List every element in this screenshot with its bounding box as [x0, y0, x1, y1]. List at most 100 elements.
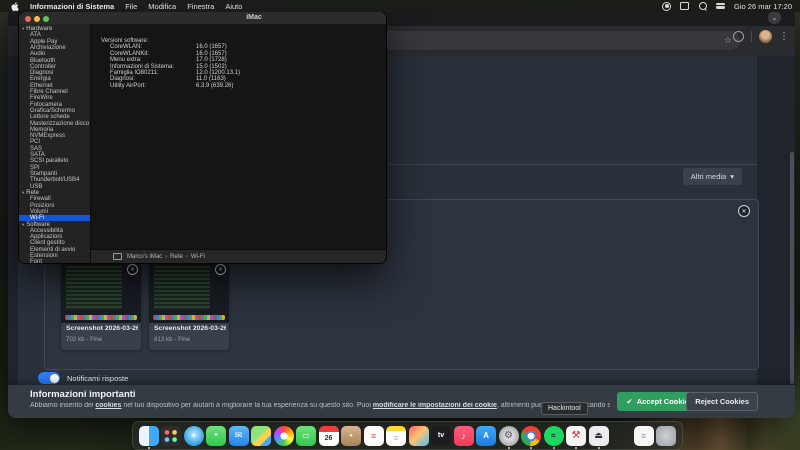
dock-app-icon [409, 426, 429, 446]
notify-replies-label: Notificami risposte [67, 374, 128, 383]
dock-icon-spotify[interactable]: ≈ [543, 422, 564, 449]
dock-app-icon: 26 [319, 426, 339, 446]
sysinfo-content-pane: Versioni software: CoreWLAN: 16.0 (1657)… [91, 24, 386, 249]
dock-divider[interactable] [611, 422, 632, 449]
menu-bar-clock[interactable]: Gio 26 mar 17:20 [734, 2, 792, 11]
notify-replies-toggle[interactable] [38, 372, 60, 384]
dock-icon-facetime[interactable]: ▭ [296, 422, 317, 449]
menu-bar-item[interactable]: Modifica [148, 2, 176, 11]
status-item: Wi-Fi [191, 254, 205, 260]
browser-menu-icon[interactable]: ⋮ [779, 32, 789, 42]
dock-app-icon: ⏏ [589, 426, 609, 446]
dock-icon-reminders[interactable]: ≡ [363, 422, 384, 449]
system-information-window: iMac ▾ Hardware ATAApple PayArchiviazion… [18, 11, 387, 264]
apple-logo-icon[interactable] [10, 2, 19, 11]
screen-record-icon[interactable] [662, 2, 671, 11]
dock-icon-mail[interactable]: ✉ [228, 422, 249, 449]
menu-bar-item[interactable]: File [125, 2, 137, 11]
minimize-button[interactable] [34, 16, 40, 22]
dock-icon-launchpad[interactable] [161, 422, 182, 449]
dock-app-icon: ≡ [386, 426, 406, 446]
dock-app-icon [521, 426, 541, 446]
cookie-banner: Informazioni importanti Abbiamo inserito… [8, 385, 795, 418]
sidebar-item[interactable]: Masterizzazione disco [19, 121, 90, 127]
attachment-card[interactable]: ✕ Screenshot 2026-03-26 ... 702 kb - Fin… [61, 261, 141, 350]
dock-icon-system-settings[interactable]: ⚙ [498, 422, 519, 449]
running-indicator-dot [575, 447, 577, 449]
dock-icon-maps[interactable] [251, 422, 272, 449]
chevron-down-icon: ▾ [22, 222, 24, 228]
dock-icon-fedora-hat-app[interactable]: ⏏ [588, 422, 609, 449]
dock-icon-hackintool[interactable]: ⚒ [566, 422, 587, 449]
dock-icon-chrome[interactable] [521, 422, 542, 449]
profile-avatar[interactable] [759, 30, 772, 43]
attachment-remove-button[interactable]: ✕ [215, 264, 226, 275]
sysinfo-sidebar: ▾ Hardware ATAApple PayArchiviazioneAudi… [19, 24, 91, 263]
thumbnail-window [154, 266, 210, 310]
running-indicator-dot [148, 447, 150, 449]
dock-icon-photos[interactable] [273, 422, 294, 449]
altri-media-button[interactable]: Altri media▾ [683, 168, 742, 185]
dock-icon-trash[interactable] [656, 422, 677, 449]
dock-app-icon [251, 426, 271, 446]
sidebar-item[interactable]: Thunderbolt/USB4 [19, 177, 90, 183]
dock-app-icon: A [476, 426, 496, 446]
dock-tooltip: Hackintool [541, 402, 588, 415]
cookie-banner-body: Abbiamo inserito dei cookies nel tuo dis… [30, 402, 610, 409]
window-title: iMac [224, 14, 284, 21]
display-icon[interactable] [680, 2, 689, 11]
dock-icon-wave-media-app[interactable] [408, 422, 429, 449]
dock-icon-messages[interactable]: ❝ [206, 422, 227, 449]
dock-app-icon: ⚒ [566, 426, 586, 446]
dock-app-icon: ≈ [544, 426, 564, 446]
dock-icon-app-store[interactable]: A [476, 422, 497, 449]
attachment-meta: 813 kb - Fine [154, 336, 190, 343]
attachments-close-button[interactable]: ✕ [738, 205, 750, 217]
toolbar-right-icons: ⋮ [733, 30, 789, 43]
menu-bar: Informazioni di Sistema File Modifica Fine… [0, 0, 800, 12]
thumbnail-dock [65, 315, 137, 320]
menu-bar-item[interactable]: Aiuto [225, 2, 242, 11]
close-button[interactable] [25, 16, 31, 22]
dock-icon-document[interactable]: ≡ [633, 422, 654, 449]
mac-icon [113, 253, 122, 260]
dock-icon-apple-tv[interactable]: tv [431, 422, 452, 449]
attachment-filename: Screenshot 2026-03-26 ... [154, 325, 226, 332]
status-section: Rete [170, 254, 183, 260]
attachment-meta: 702 kb - Fine [66, 336, 102, 343]
page-scrollbar[interactable] [790, 152, 794, 384]
spotlight-icon[interactable] [698, 2, 707, 11]
bookmark-star-icon[interactable]: ☆ [724, 36, 732, 45]
menu-list: File Modifica Finestra Aiuto [125, 2, 242, 11]
dock: ✦ ❝ ✉ ▭ [132, 421, 683, 450]
sidebar-item[interactable]: Font [19, 259, 90, 263]
running-indicator-dot [508, 447, 510, 449]
dock-app-icon [274, 426, 294, 446]
dock-icon-finder[interactable] [138, 422, 159, 449]
attachment-remove-button[interactable]: ✕ [127, 264, 138, 275]
dock-app-icon [139, 426, 159, 446]
sysinfo-status-bar: Marco's iMac › Rete › Wi-Fi [91, 249, 386, 263]
dock-icon-safari[interactable]: ✦ [183, 422, 204, 449]
tabstrip-chevron-button[interactable]: ⌄ [768, 11, 781, 24]
menu-bar-left: Informazioni di Sistema File Modifica Fine… [0, 2, 242, 11]
dock-icon-contacts[interactable]: ● [341, 422, 362, 449]
menu-bar-status-area: Gio 26 mar 17:20 [662, 2, 800, 11]
dock-app-icon: ✉ [229, 426, 249, 446]
control-center-icon[interactable] [716, 2, 725, 11]
dock-app-icon: ≡ [364, 426, 384, 446]
reject-cookies-button[interactable]: Reject Cookies [686, 392, 758, 411]
dock-icon-calendar[interactable]: 26 [318, 422, 339, 449]
menu-bar-item[interactable]: Finestra [187, 2, 214, 11]
attachment-card[interactable]: ✕ Screenshot 2026-03-26 ... 813 kb - Fin… [149, 261, 229, 350]
menu-bar-app-name[interactable]: Informazioni di Sistema [30, 2, 114, 11]
status-device: Marco's iMac [127, 254, 162, 260]
chevron-down-icon: ▾ [730, 172, 734, 181]
zoom-button[interactable] [43, 16, 49, 22]
dock-app-icon: ▭ [296, 426, 316, 446]
extensions-icon[interactable] [733, 31, 744, 42]
dock-icon-music[interactable]: ♪ [453, 422, 474, 449]
dock-app-icon: ● [341, 426, 361, 446]
cookie-banner-title: Informazioni importanti [30, 389, 136, 400]
dock-icon-notes[interactable]: ≡ [386, 422, 407, 449]
